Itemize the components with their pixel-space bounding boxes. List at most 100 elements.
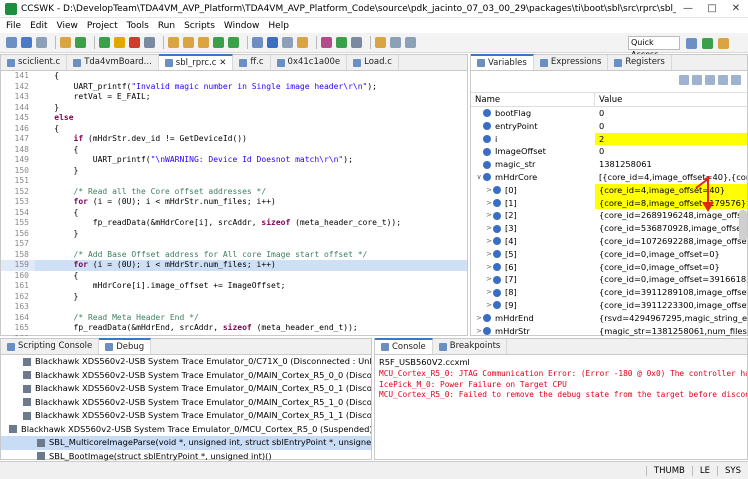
code-line[interactable]: 151 <box>1 176 467 187</box>
memory-icon[interactable] <box>267 37 278 48</box>
debug-tree-item[interactable]: Blackhawk XDS560v2-USB System Trace Emul… <box>1 369 371 383</box>
expand-icon[interactable]: > <box>485 273 493 286</box>
expand-icon[interactable]: > <box>475 312 483 325</box>
menu-scripts[interactable]: Scripts <box>184 21 215 31</box>
tab-registers[interactable]: Registers <box>608 55 672 70</box>
back-icon[interactable] <box>390 37 401 48</box>
forward-icon[interactable] <box>405 37 416 48</box>
tab-debug[interactable]: Debug <box>99 338 152 354</box>
code-line[interactable]: 165 fp_readData(&mHdrEnd, srcAddr, sizeo… <box>1 323 467 334</box>
variable-row[interactable]: > mHdrStr {magic_str=1381258061,num_files=… <box>471 325 747 338</box>
resume-icon[interactable] <box>99 37 110 48</box>
tab-scripting-console[interactable]: Scripting Console <box>1 339 100 354</box>
code-line[interactable]: 149 UART_printf("\nWARNING: Device Id Do… <box>1 155 467 166</box>
ccs-edit-perspective-icon[interactable] <box>718 38 729 49</box>
tab-tda4vmboard[interactable]: Tda4vmBoard... <box>67 55 159 70</box>
code-line[interactable]: 159 for (i = (0U); i < mHdrStr.num_files… <box>1 260 467 271</box>
expand-icon[interactable]: > <box>485 261 493 274</box>
variable-row[interactable]: > [6] {core_id=0,image_offset=0} <box>471 261 747 274</box>
code-line[interactable]: 156 } <box>1 229 467 240</box>
code-line[interactable]: 162 } <box>1 292 467 303</box>
code-line[interactable]: 164 /* Read Meta Header End */ <box>1 313 467 324</box>
step-into-icon[interactable] <box>168 37 179 48</box>
close-tab-icon[interactable]: ✕ <box>219 56 226 71</box>
variable-row[interactable]: > [8] {core_id=3911289108,image_offset=3 <box>471 286 747 299</box>
code-line[interactable]: 145 else <box>1 113 467 124</box>
variable-row[interactable]: entryPoint 0 <box>471 120 747 133</box>
expand-icon[interactable]: ∨ <box>475 171 483 184</box>
code-line[interactable]: 146 { <box>1 124 467 135</box>
reset-icon[interactable] <box>228 37 239 48</box>
debug-tree-item[interactable]: SBL_MulticoreImageParse(void *, unsigned… <box>1 436 371 450</box>
code-line[interactable]: 161 mHdrCore[i].image_offset += ImageOff… <box>1 281 467 292</box>
collapse-all-icon[interactable] <box>692 75 702 85</box>
variable-row[interactable]: > [3] {core_id=536870928,image_offset=9} <box>471 222 747 235</box>
tab-ff[interactable]: ff.c <box>233 55 271 70</box>
close-icon[interactable]: ✕ <box>724 3 748 14</box>
code-line[interactable]: 157 <box>1 239 467 250</box>
code-line[interactable]: 150 } <box>1 166 467 177</box>
code-line[interactable]: 158 /* Add Base Offset address for All c… <box>1 250 467 261</box>
menu-edit[interactable]: Edit <box>30 21 47 31</box>
disconnect-icon[interactable] <box>144 37 155 48</box>
variable-row[interactable]: bootFlag 0 <box>471 107 747 120</box>
code-area[interactable]: 141 {142 UART_printf("Invalid magic numb… <box>1 71 467 336</box>
debug-perspective-icon[interactable] <box>702 38 713 49</box>
debug-tree-item[interactable]: Blackhawk XDS560v2-USB System Trace Emul… <box>1 409 371 423</box>
code-line[interactable]: 144 } <box>1 103 467 114</box>
build-icon[interactable] <box>60 37 71 48</box>
code-line[interactable]: 143 retVal = E_FAIL; <box>1 92 467 103</box>
show-type-icon[interactable] <box>679 75 689 85</box>
load-program-icon[interactable] <box>252 37 263 48</box>
tab-breakpoints[interactable]: Breakpoints <box>433 339 508 354</box>
tab-address[interactable]: 0x41c1a00e <box>271 55 348 70</box>
code-line[interactable]: 142 UART_printf("Invalid magic number in… <box>1 82 467 93</box>
variable-row[interactable]: > [5] {core_id=0,image_offset=0} <box>471 248 747 261</box>
console-output[interactable]: MCU_Cortex_R5_0: JTAG Communication Erro… <box>375 369 747 401</box>
maximize-icon[interactable]: □ <box>700 3 724 14</box>
tab-sciclient[interactable]: sciclient.c <box>1 55 68 70</box>
code-line[interactable]: 148 { <box>1 145 467 156</box>
menu-run[interactable]: Run <box>158 21 175 31</box>
search-icon[interactable] <box>375 37 386 48</box>
variable-row[interactable]: > [7] {core_id=0,image_offset=3916618268 <box>471 273 747 286</box>
variable-row[interactable]: > [9] {core_id=3911223300,image_offset=3 <box>471 299 747 312</box>
variable-row[interactable]: ImageOffset 0 <box>471 145 747 158</box>
minimize-icon[interactable]: — <box>676 3 700 14</box>
debug-tree-item[interactable]: Blackhawk XDS560v2-USB System Trace Emul… <box>1 382 371 396</box>
suspend-icon[interactable] <box>114 37 125 48</box>
code-line[interactable]: 147 if (mHdrStr.dev_id != GetDeviceId()) <box>1 134 467 145</box>
code-line[interactable]: 160 { <box>1 271 467 282</box>
expand-icon[interactable]: > <box>485 248 493 261</box>
variable-row[interactable]: > mHdrEnd {rsvd=4294967295,magic_string_en… <box>471 312 747 325</box>
column-value[interactable]: Value <box>595 93 747 106</box>
save-icon[interactable] <box>21 37 32 48</box>
step-over-icon[interactable] <box>183 37 194 48</box>
quick-access-input[interactable]: Quick Access <box>628 36 680 59</box>
tab-variables[interactable]: Variables <box>471 54 534 70</box>
code-line[interactable]: 153 for (i = (0U); i < mHdrStr.num_files… <box>1 197 467 208</box>
code-line[interactable]: 155 fp_readData(&mHdrCore[i], srcAddr, s… <box>1 218 467 229</box>
perspective-icon[interactable] <box>686 38 697 49</box>
expand-icon[interactable]: > <box>485 286 493 299</box>
refresh-icon[interactable] <box>705 75 715 85</box>
new-icon[interactable] <box>6 37 17 48</box>
terminate-icon[interactable] <box>129 37 140 48</box>
target-icon[interactable] <box>321 37 332 48</box>
code-line[interactable]: 163 <box>1 302 467 313</box>
tab-expressions[interactable]: Expressions <box>534 55 609 70</box>
menu-help[interactable]: Help <box>268 21 289 31</box>
expand-icon[interactable]: > <box>485 209 493 222</box>
menu-view[interactable]: View <box>57 21 78 31</box>
code-line[interactable]: 154 { <box>1 208 467 219</box>
menu-file[interactable]: File <box>6 21 21 31</box>
connect-icon[interactable] <box>336 37 347 48</box>
code-line[interactable]: 141 { <box>1 71 467 82</box>
expand-icon[interactable]: > <box>475 325 483 338</box>
expand-icon[interactable]: > <box>485 184 493 197</box>
variable-row[interactable]: i2 <box>471 132 747 146</box>
debug-tree-item[interactable]: Blackhawk XDS560v2-USB System Trace Emul… <box>1 423 371 437</box>
view-menu-icon[interactable] <box>718 75 728 85</box>
expand-icon[interactable]: > <box>485 235 493 248</box>
code-line[interactable]: 152 /* Read all the Core offset addresse… <box>1 187 467 198</box>
